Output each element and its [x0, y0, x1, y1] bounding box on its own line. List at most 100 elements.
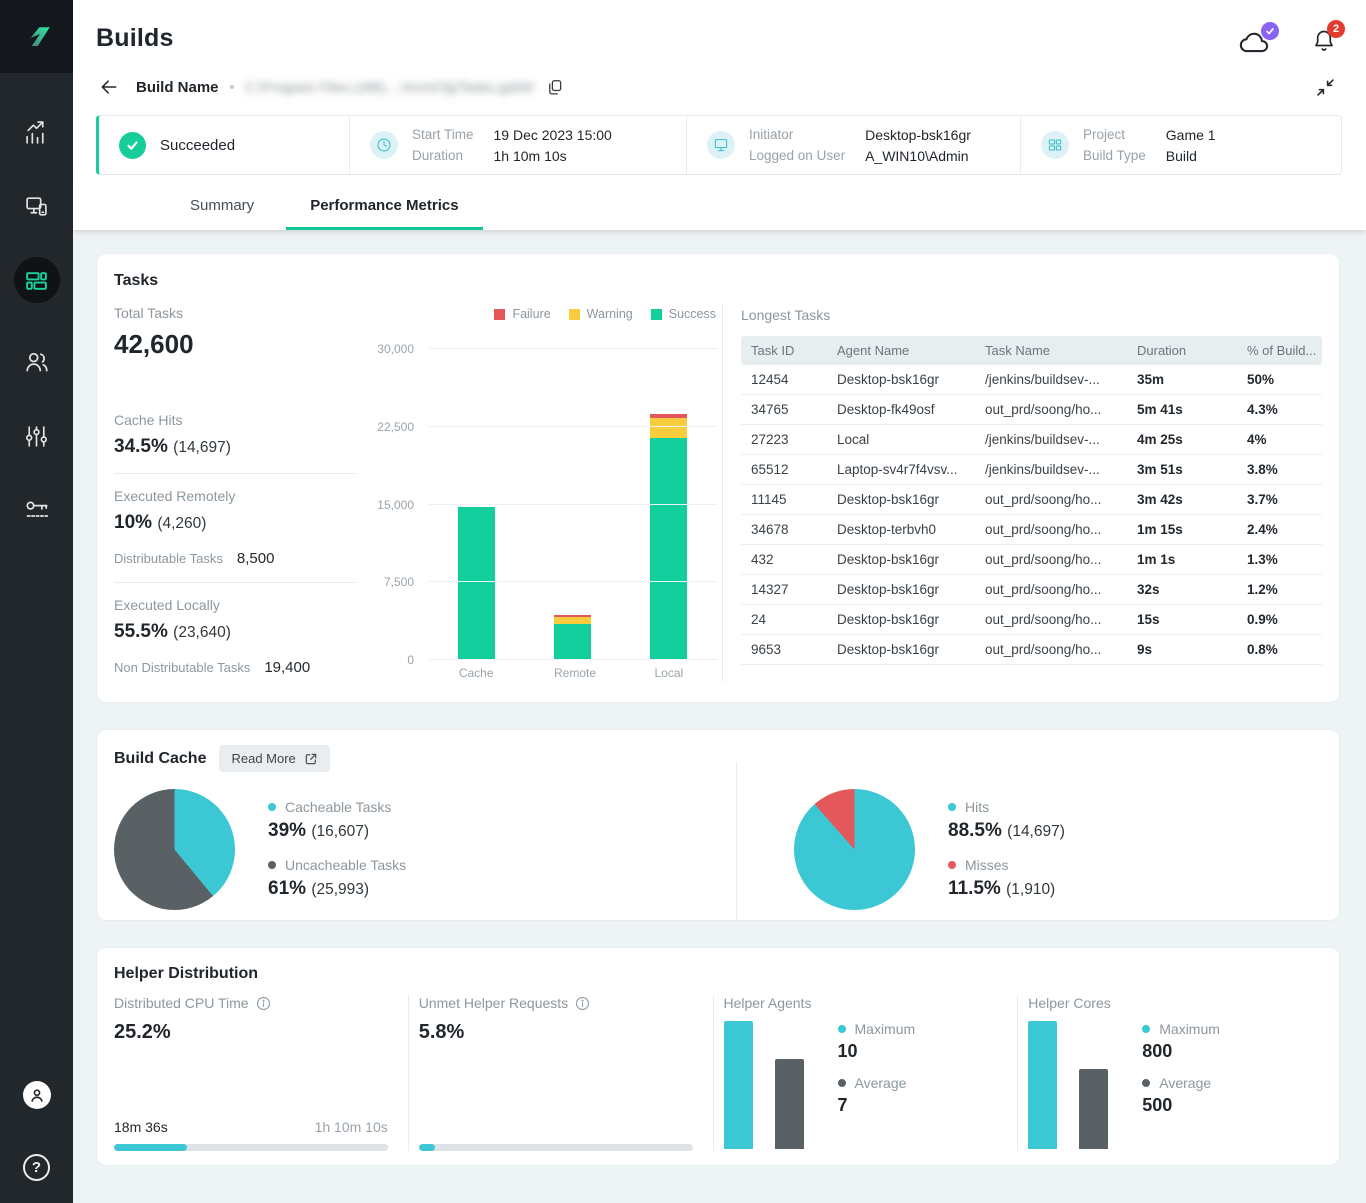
mini-bar-maximum — [1028, 1021, 1057, 1149]
y-axis-tick: 15,000 — [377, 498, 414, 512]
chart-legend: FailureWarningSuccess — [370, 307, 716, 321]
table-row[interactable]: 34765Desktop-fk49osfout_prd/soong/ho...5… — [741, 395, 1322, 425]
read-more-button[interactable]: Read More — [219, 745, 329, 772]
collapse-view-button[interactable] — [1317, 79, 1334, 96]
sidebar: ? — [0, 0, 73, 1203]
info-icon[interactable] — [256, 996, 271, 1011]
cache-hits-value: 34.5% (14,697) — [114, 436, 356, 458]
build-path-redacted: C:\Program Files (x86)....\AcmCfg\Tasks.… — [245, 79, 534, 95]
pie-legend-item: Cacheable Tasks39% (16,607) — [268, 799, 406, 842]
table-row[interactable]: 24Desktop-bsk16grout_prd/soong/ho...15s0… — [741, 605, 1322, 635]
cacheable-split-chart: Cacheable Tasks39% (16,607) Uncacheable T… — [114, 778, 736, 920]
tab-summary[interactable]: Summary — [166, 197, 278, 230]
success-check-icon — [119, 132, 146, 159]
legend-dot — [838, 1025, 846, 1033]
column-header: Task ID — [741, 336, 827, 365]
analytics-icon — [24, 120, 49, 145]
helper-cores-bars — [1028, 1021, 1108, 1149]
value-count: (25,993) — [311, 881, 369, 898]
mini-legend-label: Maximum — [855, 1021, 916, 1037]
table-row[interactable]: 12454Desktop-bsk16gr/jenkins/buildsev-..… — [741, 365, 1322, 395]
table-row[interactable]: 14327Desktop-bsk16grout_prd/soong/ho...3… — [741, 575, 1322, 605]
table-row[interactable]: 432Desktop-bsk16grout_prd/soong/ho...1m … — [741, 545, 1322, 575]
pie-legend-item: Misses11.5% (1,910) — [948, 857, 1065, 900]
tab-performance-metrics[interactable]: Performance Metrics — [286, 197, 482, 230]
pct-of-build-cell: 0.9% — [1237, 605, 1322, 635]
duration-cell: 15s — [1127, 605, 1237, 635]
sidebar-item-users[interactable] — [22, 347, 52, 377]
back-button[interactable] — [96, 74, 122, 100]
mini-legend-head: Maximum — [1142, 1021, 1220, 1037]
sidebar-item-agents[interactable] — [22, 191, 52, 221]
pie-legend-head: Uncacheable Tasks — [268, 857, 406, 873]
notifications-button[interactable]: 2 — [1312, 28, 1336, 60]
mini-legend-label: Average — [1159, 1075, 1211, 1091]
pct-of-build-cell: 4% — [1237, 425, 1322, 455]
incredibuild-logo-icon — [16, 16, 58, 58]
table-row[interactable]: 9653Desktop-bsk16grout_prd/soong/ho...9s… — [741, 635, 1322, 665]
x-axis: CacheRemoteLocal — [428, 666, 717, 680]
bar-remote — [554, 615, 591, 659]
mini-legend-value: 10 — [838, 1041, 916, 1062]
pct-of-build-cell: 3.8% — [1237, 455, 1322, 485]
task-name-cell: /jenkins/buildsev-... — [975, 425, 1127, 455]
value-pct: 61% — [268, 878, 311, 899]
sidebar-item-analytics[interactable] — [22, 117, 52, 147]
agent-name-cell: Desktop-bsk16gr — [827, 485, 975, 515]
build-cache-panel: Build Cache Read More Cacheable Tasks39%… — [96, 729, 1340, 921]
table-row[interactable]: 65512Laptop-sv4r7f4vsv.../jenkins/builds… — [741, 455, 1322, 485]
column-header: Duration — [1127, 336, 1237, 365]
cloud-status-button[interactable] — [1238, 30, 1270, 58]
sidebar-bottom: ? — [23, 1081, 51, 1203]
table-row[interactable]: 11145Desktop-bsk16grout_prd/soong/ho...3… — [741, 485, 1322, 515]
duration-cell: 1m 1s — [1127, 545, 1237, 575]
stat-label: Total Tasks — [114, 305, 356, 321]
helper-distribution-panel: Helper Distribution Distributed CPU Time… — [96, 947, 1340, 1166]
brand-logo[interactable] — [0, 0, 73, 73]
helper-agents: Helper Agents Maximum10Average7 — [714, 995, 1018, 1151]
table-row[interactable]: 27223Local/jenkins/buildsev-...4m 25s4% — [741, 425, 1322, 455]
field-label: Initiator — [749, 127, 845, 142]
mini-legend-value: 800 — [1142, 1041, 1220, 1062]
legend-dot — [268, 803, 276, 811]
legend-label: Failure — [512, 307, 550, 321]
task-id-cell: 9653 — [741, 635, 827, 665]
avatar[interactable] — [23, 1081, 51, 1109]
task-name-cell: /jenkins/buildsev-... — [975, 455, 1127, 485]
field-label: Build Type — [1083, 148, 1146, 163]
bar-segment-warning — [554, 617, 591, 624]
helper-agents-legend: Maximum10Average7 — [838, 1021, 916, 1151]
builds-icon — [24, 268, 49, 293]
tab-bar: Summary Performance Metrics — [73, 175, 1366, 230]
collapse-icon — [1317, 79, 1334, 96]
legend-swatch — [569, 309, 580, 320]
legend-dot — [1142, 1079, 1150, 1087]
helper-agents-bars — [724, 1021, 804, 1149]
stat-label: Executed Remotely — [114, 488, 356, 504]
mini-legend-item: Average500 — [1142, 1075, 1220, 1116]
build-cache-title: Build Cache — [114, 750, 206, 768]
pct-of-build-cell: 50% — [1237, 365, 1322, 395]
pct-of-build-cell: 2.4% — [1237, 515, 1322, 545]
field-label: Logged on User — [749, 148, 845, 163]
cpu-progress-bar — [114, 1144, 388, 1151]
mini-legend-item: Maximum 10 — [838, 1021, 916, 1062]
info-icon[interactable] — [575, 996, 590, 1011]
project-grid-icon — [1041, 131, 1069, 159]
tasks-panel-title: Tasks — [114, 272, 1339, 290]
sidebar-item-builds[interactable] — [14, 257, 60, 303]
pie-legend-item: Uncacheable Tasks 61% (25,993) — [268, 857, 406, 900]
help-button[interactable]: ? — [23, 1154, 50, 1181]
y-axis-tick: 7,500 — [384, 575, 414, 589]
longest-tasks-section: Longest Tasks Task IDAgent NameTask Name… — [723, 290, 1339, 694]
cpu-time-value: 25.2% — [114, 1021, 388, 1044]
initiator-group: Initiator Desktop-bsk16gr Logged on User… — [687, 116, 1020, 174]
pie-legend-value: 61% (25,993) — [268, 878, 406, 900]
agent-name-cell: Desktop-bsk16gr — [827, 635, 975, 665]
unmet-requests-value: 5.8% — [419, 1021, 693, 1044]
copy-path-button[interactable] — [546, 78, 564, 97]
table-row[interactable]: 34678Desktop-terbvh0out_prd/soong/ho...1… — [741, 515, 1322, 545]
sidebar-item-settings[interactable] — [22, 421, 52, 451]
pie-legend-label: Hits — [965, 799, 989, 815]
sidebar-item-license[interactable] — [22, 495, 52, 525]
